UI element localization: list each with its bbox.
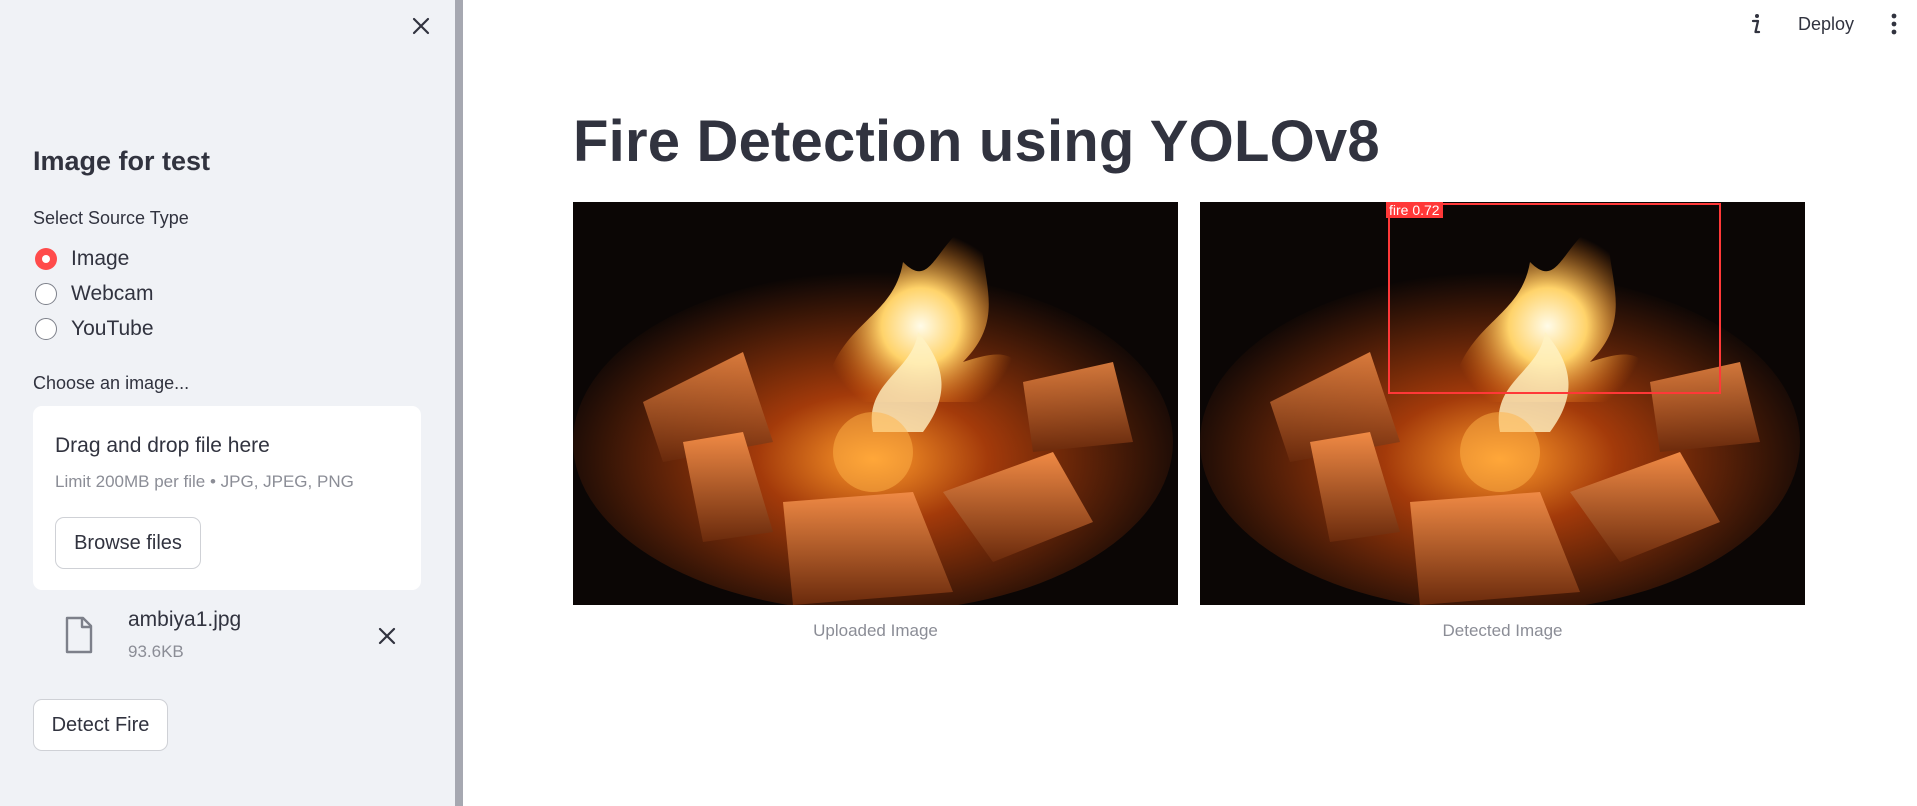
info-icon: [1751, 14, 1761, 34]
detected-image: fire 0.72: [1200, 202, 1805, 605]
file-size: 93.6KB: [128, 642, 184, 661]
detection-label: fire 0.72: [1386, 202, 1443, 218]
sidebar-heading: Image for test: [33, 146, 211, 176]
dropzone-limit: Limit 200MB per file • JPG, JPEG, PNG: [55, 472, 354, 491]
sidebar-resize-handle[interactable]: [455, 0, 463, 806]
radio-indicator: [35, 283, 57, 305]
radio-youtube[interactable]: YouTube: [35, 314, 154, 344]
close-icon: [378, 627, 396, 645]
uploaded-image: [573, 202, 1178, 605]
main-menu-button[interactable]: [1884, 10, 1904, 38]
close-sidebar-button[interactable]: [405, 10, 437, 42]
radio-label: Image: [71, 247, 130, 270]
campfire-image: [573, 202, 1178, 605]
browse-files-button[interactable]: Browse files: [55, 517, 201, 569]
radio-label: YouTube: [71, 317, 154, 340]
radio-indicator: [35, 248, 57, 270]
uploader-label: Choose an image...: [33, 373, 190, 393]
file-dropzone[interactable]: Drag and drop file here Limit 200MB per …: [33, 406, 421, 590]
close-icon: [412, 17, 430, 35]
uploaded-image-caption: Uploaded Image: [813, 621, 938, 640]
page-title: Fire Detection using YOLOv8: [573, 109, 1380, 174]
deploy-button[interactable]: Deploy: [1790, 10, 1862, 38]
kebab-menu-icon: [1891, 13, 1897, 35]
file-icon: [65, 616, 93, 654]
radio-label: Webcam: [71, 282, 154, 305]
radio-image[interactable]: Image: [35, 244, 129, 274]
remove-file-button[interactable]: [373, 622, 401, 650]
sidebar: Image for test Select Source Type Image …: [0, 0, 455, 806]
detect-fire-button[interactable]: Detect Fire: [33, 699, 168, 751]
file-name: ambiya1.jpg: [128, 608, 242, 631]
dropzone-title: Drag and drop file here: [55, 434, 270, 457]
radio-indicator: [35, 318, 57, 340]
info-button[interactable]: [1742, 10, 1770, 38]
source-type-label: Select Source Type: [33, 208, 189, 228]
detected-image-caption: Detected Image: [1442, 621, 1563, 640]
radio-webcam[interactable]: Webcam: [35, 279, 153, 309]
uploaded-file: ambiya1.jpg 93.6KB: [33, 600, 421, 670]
detection-bounding-box: [1388, 203, 1721, 394]
